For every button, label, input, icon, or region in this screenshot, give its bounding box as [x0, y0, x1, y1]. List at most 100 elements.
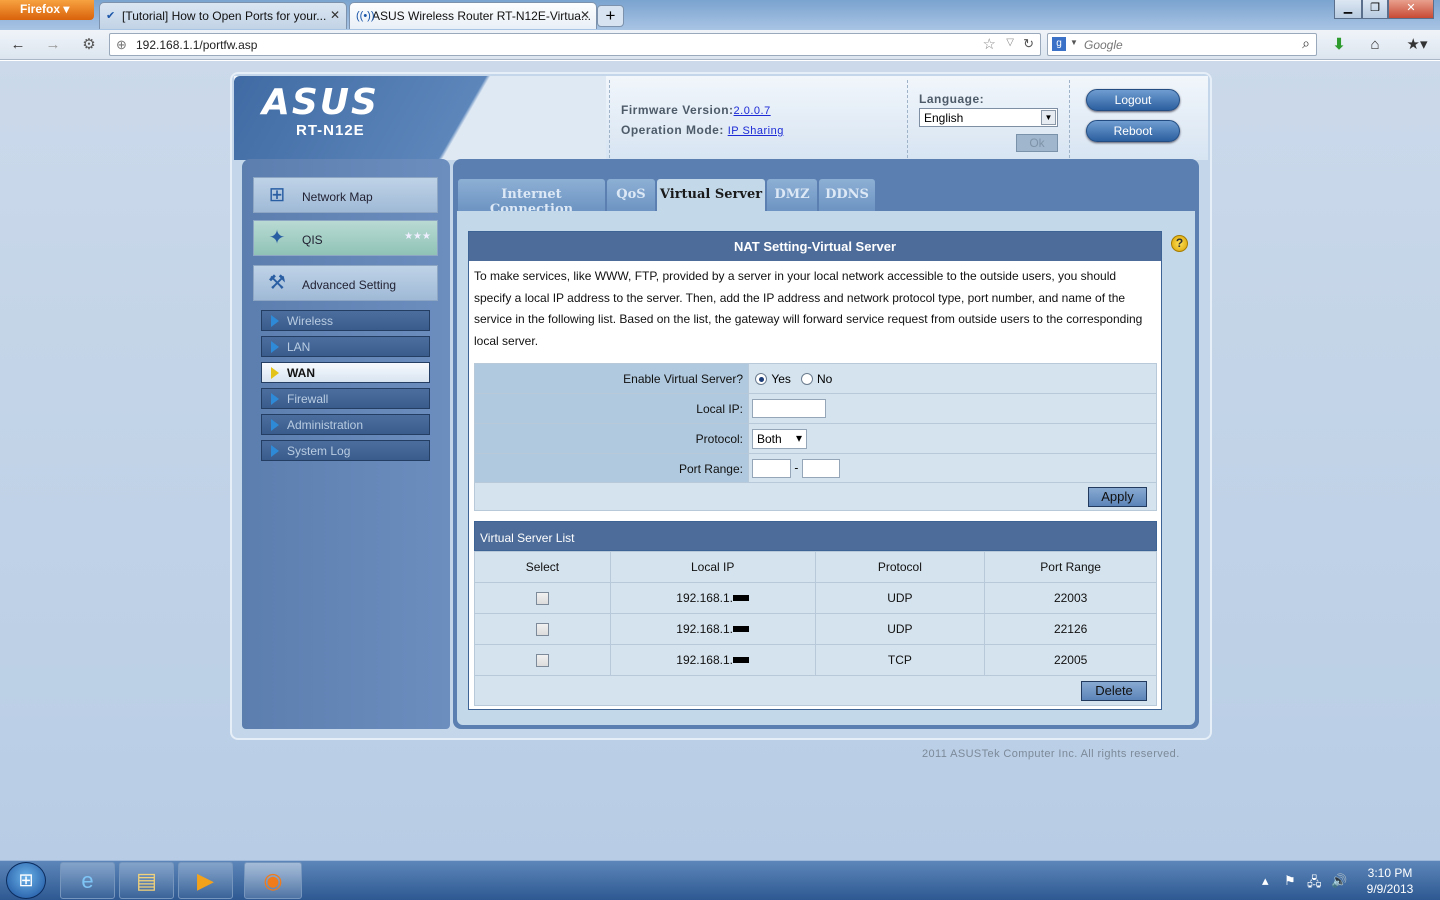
- site-identity-icon[interactable]: ⊕: [116, 37, 127, 53]
- engine-dropdown-icon[interactable]: ▼: [1070, 38, 1078, 47]
- file-explorer-icon[interactable]: ▤: [119, 862, 174, 899]
- back-icon[interactable]: ←: [9, 36, 27, 54]
- media-player-icon[interactable]: ▶: [178, 862, 233, 899]
- bookmarks-menu-icon[interactable]: ★▾: [1402, 36, 1432, 54]
- opmode-link[interactable]: IP Sharing: [728, 125, 784, 137]
- network-icon[interactable]: 🖧: [1307, 873, 1322, 895]
- protocol-cell: Both: [748, 423, 1157, 454]
- internet-explorer-icon[interactable]: e: [60, 862, 115, 899]
- table-row: 192.168.1. UDP 22003: [474, 582, 1157, 614]
- sidebar-item-qis[interactable]: ✦ QIS ★★★: [253, 220, 438, 256]
- firefox-taskbar-icon[interactable]: ◉: [244, 862, 302, 899]
- redacted-mark: [733, 626, 749, 632]
- no-label: No: [816, 371, 833, 386]
- sidebar-sub-label: LAN: [287, 340, 311, 354]
- reboot-button[interactable]: Reboot: [1086, 120, 1180, 142]
- sidebar-sub-wan[interactable]: WAN: [261, 362, 430, 383]
- tab-ddns[interactable]: DDNS: [819, 179, 875, 211]
- sidebar-sub-administration[interactable]: Administration: [261, 414, 430, 435]
- sidebar-sub-wireless[interactable]: Wireless: [261, 310, 430, 331]
- panel-title: NAT Setting-Virtual Server: [469, 232, 1161, 261]
- redacted-mark: [733, 595, 749, 601]
- table-header-row: Select Local IP Protocol Port Range: [474, 551, 1157, 583]
- close-window-button[interactable]: ✕: [1388, 0, 1434, 19]
- panel-description: To make services, like WWW, FTP, provide…: [474, 269, 1143, 348]
- chevron-down-icon: ▼: [1041, 110, 1056, 125]
- tab-title: ASUS Wireless Router RT-N12E-Virtua...: [372, 9, 591, 23]
- logout-button[interactable]: Logout: [1086, 89, 1180, 111]
- sidebar-sub-label: Wireless: [287, 314, 334, 328]
- firmware-link[interactable]: 2.0.0.7: [734, 105, 771, 117]
- local-ip-cell: 192.168.1.: [609, 644, 816, 676]
- delete-button[interactable]: Delete: [1081, 681, 1147, 701]
- close-tab-icon[interactable]: ✕: [330, 8, 340, 22]
- reload-icon[interactable]: ↻: [1023, 36, 1034, 52]
- help-icon[interactable]: ?: [1171, 235, 1188, 252]
- local-ip-input[interactable]: [752, 399, 826, 418]
- language-label: Language:: [919, 92, 985, 106]
- enable-no-radio[interactable]: [800, 372, 813, 385]
- local-ip-value: 192.168.1.: [676, 653, 733, 667]
- router-favicon-icon: ((•)): [356, 10, 375, 22]
- model-name: RT-N12E: [296, 122, 365, 139]
- search-bar[interactable]: g ▼ Google ⌕: [1047, 33, 1317, 56]
- enable-options: Yes No: [748, 363, 1157, 394]
- action-center-flag-icon[interactable]: ⚑: [1284, 873, 1296, 889]
- close-tab-icon[interactable]: ✕: [580, 8, 590, 22]
- tab-tutorial[interactable]: ✔ [Tutorial] How to Open Ports for your.…: [99, 2, 347, 29]
- sidebar-sub-label: Administration: [287, 418, 364, 432]
- history-icon[interactable]: ⚙: [80, 36, 98, 54]
- column-header-select: Select: [474, 551, 611, 583]
- tab-qos[interactable]: QoS: [607, 179, 655, 211]
- protocol-cell: UDP: [814, 582, 986, 614]
- sidebar-item-label: Network Map: [302, 190, 373, 204]
- system-clock[interactable]: 3:10 PM 9/9/2013: [1355, 865, 1425, 897]
- url-bar[interactable]: ⊕ 192.168.1.1/portfw.asp ☆ ▽ ↻: [109, 33, 1041, 56]
- bookmark-star-icon[interactable]: ☆: [983, 35, 996, 53]
- sidebar-sub-firewall[interactable]: Firewall: [261, 388, 430, 409]
- new-tab-button[interactable]: +: [597, 5, 624, 27]
- virtual-server-form: Enable Virtual Server? Yes No Local IP: …: [474, 363, 1157, 484]
- arrow-right-icon: [271, 419, 279, 431]
- maximize-button[interactable]: ❐: [1362, 0, 1388, 19]
- port-range-cell: 22003: [984, 582, 1157, 614]
- sidebar-sub-system-log[interactable]: System Log: [261, 440, 430, 461]
- language-select[interactable]: English ▼: [919, 108, 1058, 127]
- tab-dmz[interactable]: DMZ: [767, 179, 817, 211]
- row-checkbox[interactable]: [535, 592, 549, 606]
- row-checkbox[interactable]: [535, 623, 549, 637]
- port-range-cell: 22126: [984, 613, 1157, 645]
- sidebar-item-advanced-setting[interactable]: ⚒ Advanced Setting: [253, 265, 438, 301]
- protocol-cell: TCP: [814, 644, 986, 676]
- search-icon[interactable]: ⌕: [1302, 35, 1310, 52]
- sidebar-sub-lan[interactable]: LAN: [261, 336, 430, 357]
- protocol-select[interactable]: Both: [752, 428, 807, 449]
- protocol-label: Protocol:: [474, 423, 749, 454]
- url-dropdown-icon[interactable]: ▽: [1006, 37, 1014, 48]
- google-engine-icon[interactable]: g: [1052, 37, 1066, 51]
- tab-virtual-server[interactable]: Virtual Server: [657, 179, 765, 211]
- opmode-label: Operation Mode:: [621, 123, 724, 137]
- show-hidden-icons-icon[interactable]: ▴: [1262, 873, 1269, 889]
- downloads-icon[interactable]: ⬇: [1330, 36, 1348, 54]
- port-range-start-input[interactable]: [752, 459, 791, 478]
- local-ip-value: 192.168.1.: [676, 622, 733, 636]
- tab-asus-router[interactable]: ((•)) ASUS Wireless Router RT-N12E-Virtu…: [349, 2, 597, 29]
- ok-button[interactable]: Ok: [1016, 134, 1058, 152]
- apply-button[interactable]: Apply: [1088, 487, 1147, 507]
- enable-yes-radio[interactable]: [755, 372, 768, 385]
- firefox-menu-button[interactable]: Firefox ▾: [0, 0, 94, 20]
- home-icon[interactable]: ⌂: [1366, 36, 1384, 54]
- row-checkbox[interactable]: [535, 654, 549, 668]
- start-button[interactable]: ⊞: [6, 862, 46, 899]
- sidebar-item-network-map[interactable]: ⊞ Network Map: [253, 177, 438, 213]
- url-text: 192.168.1.1/portfw.asp: [136, 38, 258, 52]
- column-header-port-range: Port Range: [984, 551, 1157, 583]
- tab-internet-connection[interactable]: Internet Connection: [458, 179, 605, 217]
- port-range-end-input[interactable]: [801, 459, 840, 478]
- forward-icon[interactable]: →: [44, 36, 62, 54]
- tools-icon: ⚒: [268, 272, 286, 294]
- table-row: 192.168.1. UDP 22126: [474, 613, 1157, 645]
- minimize-button[interactable]: ▁: [1334, 0, 1362, 19]
- volume-icon[interactable]: 🔊: [1331, 873, 1347, 889]
